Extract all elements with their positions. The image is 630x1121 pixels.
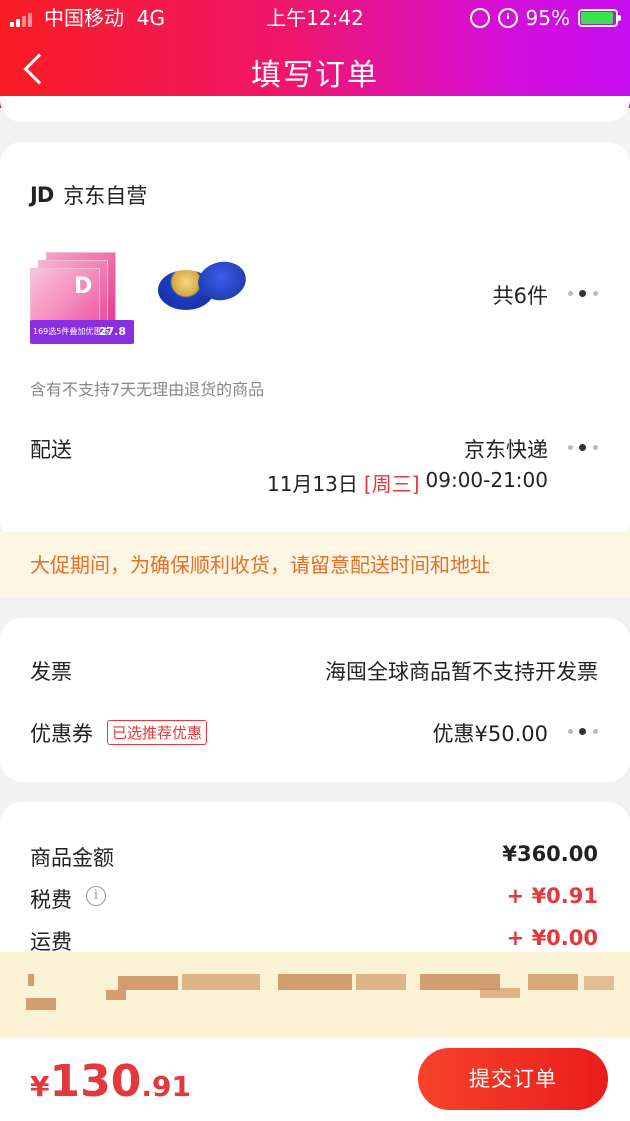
return-notice: 含有不支持7天无理由退货的商品	[30, 380, 265, 399]
jd-logo: JD	[30, 183, 54, 207]
header: 中国移动 4G 上午12:42 95% 填写订单	[0, 0, 630, 108]
invoice-card: 发票 海囤全球商品暂不支持开发票 优惠券 已选推荐优惠 优惠¥50.00	[0, 618, 630, 782]
redacted-banner	[0, 952, 630, 1038]
status-bar: 中国移动 4G 上午12:42 95%	[0, 0, 630, 36]
invoice-value[interactable]: 海囤全球商品暂不支持开发票	[325, 656, 598, 686]
delivery-label: 配送	[30, 438, 72, 462]
page-title: 填写订单	[251, 58, 379, 93]
product-thumbnail[interactable]	[158, 257, 250, 324]
product-thumbnail[interactable]: D 169选5件叠加优惠券 27.8	[30, 248, 134, 344]
shipping-value: + ¥0.00	[506, 926, 598, 950]
invoice-label: 发票	[30, 660, 72, 684]
alarm-icon	[497, 8, 518, 28]
info-icon[interactable]: i	[86, 886, 106, 906]
promo-notice: 大促期间，为确保顺利收货，请留意配送时间和地址	[0, 532, 630, 598]
address-card-edge	[0, 96, 630, 122]
coupon-tag: 已选推荐优惠	[107, 720, 208, 745]
coupon-label: 优惠券	[30, 722, 93, 746]
delivery-time[interactable]: 11月13日 [周三] 09:00-21:00	[267, 468, 548, 497]
nav-bar: 填写订单	[0, 36, 630, 104]
more-icon[interactable]	[566, 727, 598, 737]
more-icon[interactable]	[566, 289, 598, 299]
store-card: JD 京东自营 D 169选5件叠加优惠券 27.8 共6件 含有不支持7天无理…	[0, 142, 630, 542]
coupon-value[interactable]: 优惠¥50.00	[433, 718, 548, 748]
footer-bar: ¥130.91 提交订单	[0, 1038, 630, 1121]
store-name: 京东自营	[63, 184, 148, 208]
goods-amount-label: 商品金额	[30, 846, 114, 870]
tax-value: + ¥0.91	[506, 884, 598, 908]
battery-icon	[578, 9, 621, 27]
submit-order-button[interactable]: 提交订单	[418, 1048, 608, 1110]
total-price: ¥130.91	[30, 1056, 191, 1107]
item-count: 共6件	[492, 284, 548, 308]
more-icon[interactable]	[566, 443, 598, 453]
battery-percent: 95%	[525, 6, 570, 30]
tax-label: 税费	[30, 888, 72, 912]
promo-badge: 169选5件叠加优惠券 27.8	[30, 320, 134, 344]
store-header: JD 京东自营	[30, 180, 147, 210]
rotation-lock-icon	[469, 8, 490, 28]
delivery-carrier[interactable]: 京东快递	[464, 434, 548, 464]
goods-amount-value: ¥360.00	[502, 842, 598, 866]
